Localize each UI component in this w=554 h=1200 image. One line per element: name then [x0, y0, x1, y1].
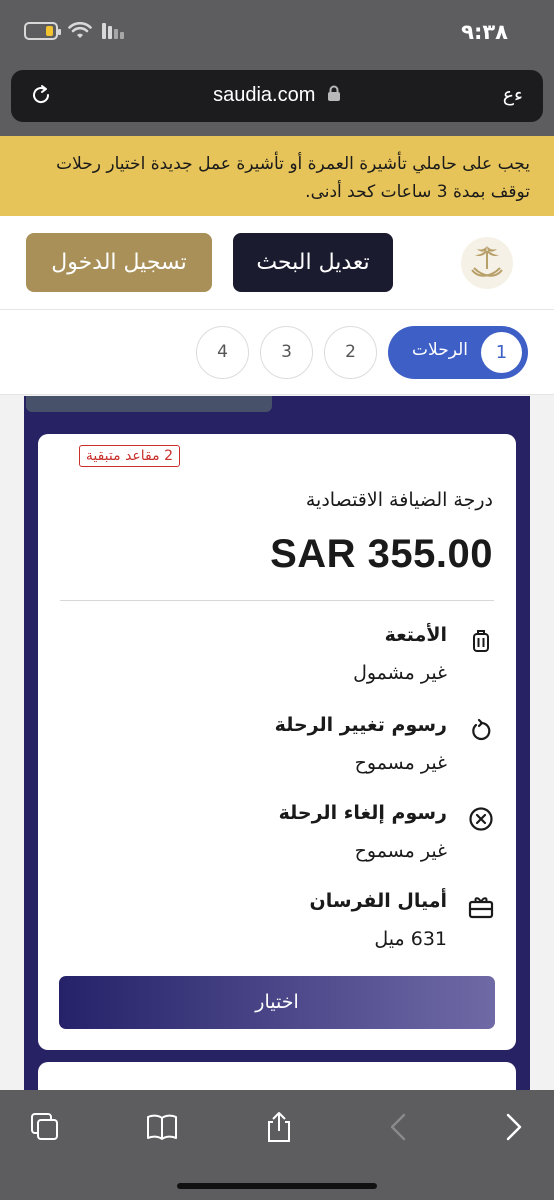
visa-alert-banner: يجب على حاملي تأشيرة العمرة أو تأشيرة عم…: [0, 136, 554, 216]
fare-content: 2 مقاعد متبقية درجة الضيافة الاقتصادية S…: [0, 396, 554, 1090]
back-icon[interactable]: [382, 1110, 416, 1144]
battery-icon: [24, 22, 61, 40]
bookmarks-icon[interactable]: [145, 1110, 179, 1144]
url-bar[interactable]: saudia.com ءع: [11, 70, 543, 122]
text-size-button[interactable]: ءع: [503, 84, 523, 106]
feature-value: غير مسموح: [354, 840, 447, 862]
forward-icon[interactable]: [496, 1110, 530, 1144]
step-4[interactable]: 4: [196, 326, 249, 379]
change-icon: [472, 718, 491, 741]
feature-title: أميال الفرسان: [309, 890, 447, 912]
feature-value: غير مشمول: [353, 662, 447, 684]
tabs-icon[interactable]: [28, 1110, 62, 1144]
signal-icon: [102, 23, 124, 39]
divider: [60, 600, 494, 601]
url-text: saudia.com: [213, 84, 316, 106]
feature-title: الأمتعة: [384, 624, 447, 646]
feature-value: 631 ميل: [374, 928, 447, 950]
home-indicator: [177, 1183, 377, 1189]
step-label: الرحلات: [412, 340, 468, 360]
feature-title: رسوم إلغاء الرحلة: [278, 802, 447, 824]
alert-text: يجب على حاملي تأشيرة العمرة أو تأشيرة عم…: [56, 154, 530, 202]
saudia-logo-icon[interactable]: [460, 236, 514, 290]
luggage-icon: [473, 630, 489, 652]
feature-title: رسوم تغيير الرحلة: [274, 714, 447, 736]
select-fare-button[interactable]: اختيار: [59, 976, 495, 1029]
browser-chrome: ٩:٣٨ saudia.com ءع: [0, 0, 554, 136]
previous-card-edge: [26, 396, 272, 412]
url-display[interactable]: saudia.com: [11, 84, 543, 107]
gift-icon: [468, 897, 494, 919]
step-2[interactable]: 2: [324, 326, 377, 379]
login-button[interactable]: تسجيل الدخول: [26, 233, 212, 292]
status-icons: [24, 22, 124, 40]
next-fare-card: [38, 1062, 516, 1090]
fare-name: درجة الضيافة الاقتصادية: [305, 489, 493, 511]
lock-icon: [327, 85, 340, 101]
step-3[interactable]: 3: [260, 326, 313, 379]
site-header: تعديل البحث تسجيل الدخول: [0, 216, 554, 310]
fare-card: 2 مقاعد متبقية درجة الضيافة الاقتصادية S…: [38, 434, 516, 1050]
status-time: ٩:٣٨: [461, 20, 508, 44]
seats-left-badge: 2 مقاعد متبقية: [78, 445, 180, 467]
booking-steps: 1 الرحلات 2 3 4: [0, 310, 554, 395]
share-icon[interactable]: [262, 1110, 296, 1144]
cancel-icon: [469, 807, 493, 831]
step-flights[interactable]: 1 الرحلات: [388, 326, 528, 379]
step-number: 1: [481, 332, 522, 373]
feature-value: غير مسموح: [354, 752, 447, 774]
wifi-icon: [68, 22, 92, 38]
fare-price: SAR 355.00: [270, 532, 493, 576]
edit-search-button[interactable]: تعديل البحث: [233, 233, 393, 292]
